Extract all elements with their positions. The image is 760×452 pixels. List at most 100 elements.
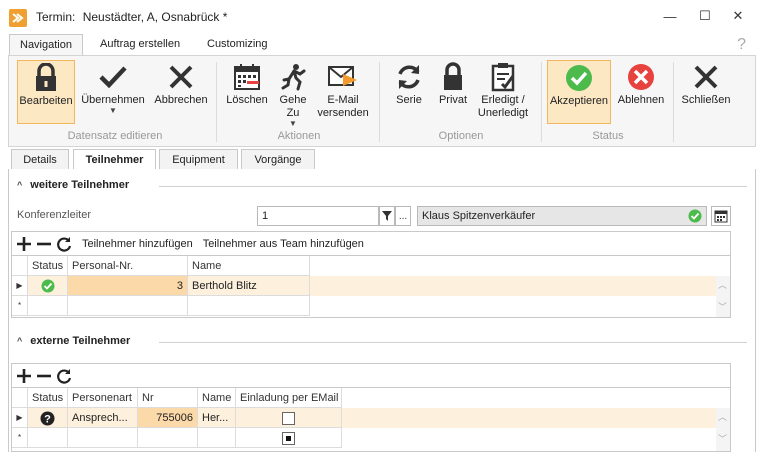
tab-equipment[interactable]: Equipment (159, 149, 238, 170)
erledigt-button[interactable]: Erledigt / Unerledigt (475, 60, 531, 124)
calendar-delete-icon (223, 60, 271, 94)
group-label-aktionen: Aktionen (277, 130, 321, 142)
akzeptieren-button[interactable]: Akzeptieren (547, 60, 611, 124)
maximize-icon: ☐ (699, 8, 711, 23)
clipboard-check-icon (475, 60, 531, 94)
abbrechen-label: Abbrechen (154, 94, 208, 106)
column-header-status[interactable]: Status (28, 256, 68, 276)
add-participant-link[interactable]: Teilnehmer hinzufügen (82, 238, 193, 250)
minimize-button[interactable]: — (655, 4, 685, 28)
akzeptieren-label: Akzeptieren (549, 95, 609, 107)
calendar-button[interactable] (711, 206, 731, 226)
collapse-caret-icon[interactable]: ^ (17, 180, 22, 190)
window-title-record: Neustädter, A, Osnabrück * (82, 10, 228, 24)
minus-icon[interactable] (36, 236, 52, 252)
scroll-up-icon[interactable]: ︿ (718, 410, 727, 423)
ablehnen-label: Ablehnen (617, 94, 665, 106)
ribbon-tab-bar: Navigation Auftrag erstellen Customizing… (0, 34, 760, 56)
new-row-cell[interactable] (28, 296, 68, 316)
column-header-personenart[interactable]: Personenart (68, 388, 138, 408)
abbrechen-button[interactable]: Abbrechen (151, 60, 211, 124)
new-row-cell[interactable] (68, 428, 138, 448)
scroll-down-icon[interactable]: ﹀ (718, 300, 727, 313)
tab-details[interactable]: Details (11, 149, 69, 170)
close-window-button[interactable]: ✕ (723, 4, 753, 28)
ribbon-tab-auftrag-erstellen[interactable]: Auftrag erstellen (90, 34, 190, 56)
plus-icon[interactable] (16, 368, 32, 384)
externe-teilnehmer-grid: Status Personenart Nr Name Einladung per… (11, 387, 731, 452)
cell-name[interactable]: Her... (198, 408, 236, 428)
column-header-status[interactable]: Status (28, 388, 68, 408)
new-row-cell[interactable] (68, 296, 188, 316)
weitere-teilnehmer-grid: Status Personal-Nr. Name ▶ 3 Berthold Bl… (11, 255, 731, 318)
collapse-caret-icon[interactable]: ^ (17, 336, 22, 346)
refresh-icon[interactable] (56, 368, 72, 384)
loeschen-button[interactable]: Löschen (223, 60, 271, 124)
new-row-indicator: * (12, 428, 28, 448)
status-unknown-icon: ? (28, 408, 68, 428)
email-versenden-button[interactable]: E-Mail versenden (315, 60, 371, 124)
bearbeiten-button[interactable]: Bearbeiten (17, 60, 75, 124)
cell-nr[interactable]: 755006 (138, 408, 198, 428)
section-weitere-teilnehmer[interactable]: ^ weitere Teilnehmer (17, 179, 129, 191)
new-row-indicator: * (12, 296, 28, 316)
section-externe-teilnehmer[interactable]: ^ externe Teilnehmer (17, 335, 130, 347)
cell-personal-nr[interactable]: 3 (68, 276, 188, 296)
tab-teilnehmer[interactable]: Teilnehmer (73, 149, 156, 170)
column-header-name[interactable]: Name (198, 388, 236, 408)
lock-open-icon (18, 61, 74, 95)
valid-check-icon (688, 209, 702, 226)
schliessen-label: Schließen (681, 94, 731, 106)
help-icon[interactable]: ? (737, 36, 746, 54)
vertical-scrollbar[interactable]: ︿ ﹀ (716, 408, 730, 451)
einladung-checkbox-indeterminate[interactable] (282, 431, 295, 445)
minus-icon[interactable] (36, 368, 52, 384)
running-man-icon (273, 60, 313, 94)
lookup-button[interactable]: ... (395, 206, 411, 226)
email-send-icon (315, 60, 371, 94)
tab-vorgaenge[interactable]: Vorgänge (241, 149, 315, 170)
new-row-cell[interactable] (188, 296, 310, 316)
serie-button[interactable]: Serie (389, 60, 429, 124)
x-icon (679, 60, 733, 94)
email-label-line2: versenden (317, 107, 369, 119)
filter-icon (382, 211, 392, 221)
ribbon-tab-navigation[interactable]: Navigation (9, 34, 83, 56)
column-header-name[interactable]: Name (188, 256, 310, 276)
column-header-einladung[interactable]: Einladung per EMail (236, 388, 342, 408)
lock-icon (433, 60, 473, 94)
schliessen-button[interactable]: Schließen (679, 60, 733, 124)
konferenzleiter-label: Konferenzleiter (17, 209, 91, 221)
group-label-datensatz: Datensatz editieren (67, 130, 163, 142)
bearbeiten-label: Bearbeiten (19, 95, 73, 107)
new-row-cell[interactable] (138, 428, 198, 448)
privat-button[interactable]: Privat (433, 60, 473, 124)
cell-name[interactable]: Berthold Blitz (188, 276, 310, 296)
column-header-personal-nr[interactable]: Personal-Nr. (68, 256, 188, 276)
refresh-icon[interactable] (56, 236, 72, 252)
new-row-cell[interactable] (198, 428, 236, 448)
ribbon: Bearbeiten Übernehmen ▼ Abbrechen Datens… (8, 55, 756, 147)
maximize-button[interactable]: ☐ (690, 4, 720, 28)
ablehnen-button[interactable]: Ablehnen (613, 60, 669, 124)
new-row-cell[interactable] (28, 428, 68, 448)
cell-personenart[interactable]: Ansprech... (68, 408, 138, 428)
uebernehmen-button[interactable]: Übernehmen ▼ (79, 60, 147, 124)
add-team-participant-link[interactable]: Teilnehmer aus Team hinzufügen (203, 238, 364, 250)
section-title: weitere Teilnehmer (30, 179, 130, 191)
column-header-nr[interactable]: Nr (138, 388, 198, 408)
scroll-down-icon[interactable]: ﹀ (718, 432, 727, 445)
ribbon-tab-customizing[interactable]: Customizing (197, 34, 278, 56)
close-icon: ✕ (732, 8, 744, 23)
einladung-checkbox[interactable] (282, 411, 295, 425)
vertical-scrollbar[interactable]: ︿ ﹀ (716, 276, 730, 317)
plus-icon[interactable] (16, 236, 32, 252)
window-title-prefix: Termin: (36, 10, 76, 24)
filter-dropdown-button[interactable] (379, 206, 395, 226)
weitere-toolbar: Teilnehmer hinzufügen Teilnehmer aus Tea… (11, 231, 731, 255)
gehe-zu-button[interactable]: Gehe Zu ▼ (273, 60, 313, 128)
scroll-up-icon[interactable]: ︿ (718, 278, 727, 291)
section-title: externe Teilnehmer (30, 335, 131, 347)
konferenzleiter-field[interactable]: 1 (257, 206, 379, 226)
email-label-line1: E-Mail (327, 94, 359, 106)
